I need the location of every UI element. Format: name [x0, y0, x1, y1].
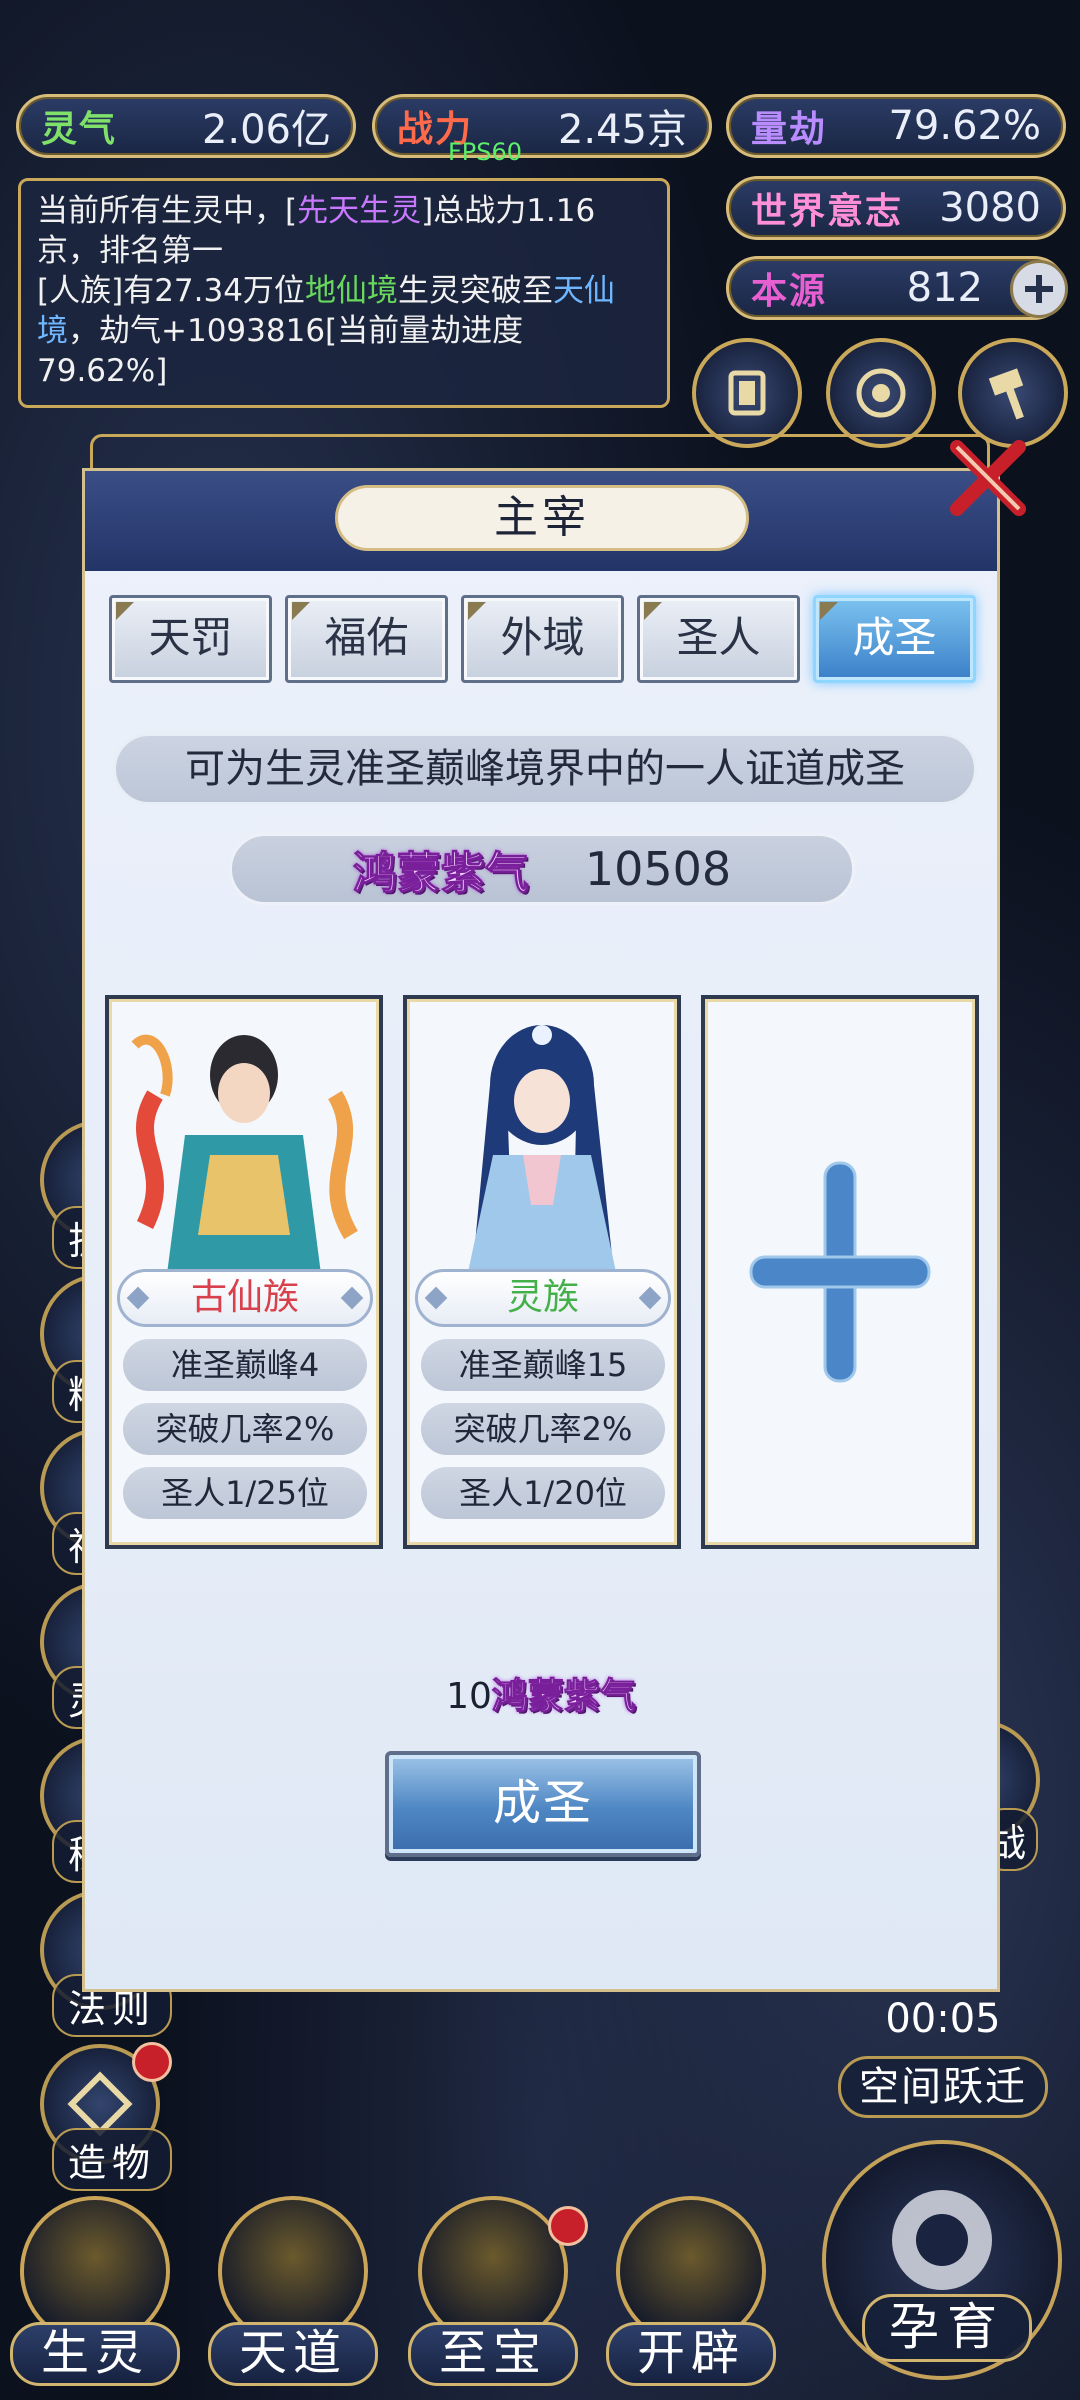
nav-label: 开辟 — [606, 2322, 776, 2386]
nav-creatures[interactable]: 生灵 — [0, 2196, 180, 2386]
stat-lingqi: 灵气 2.06亿 — [16, 94, 356, 158]
description-text: 可为生灵准圣巅峰境界中的一人证道成圣 — [113, 733, 977, 805]
tab-become-saint[interactable]: 成圣 — [813, 595, 976, 683]
log-text: [人族]有27.34万位 — [37, 273, 305, 309]
hammer-icon — [988, 368, 1024, 420]
vortex-icon — [856, 368, 906, 418]
stat-label: 量劫 — [751, 108, 828, 150]
candidate-card[interactable]: 灵族 准圣巅峰15 突破几率2% 圣人1/20位 — [403, 995, 681, 1549]
cost-currency: 鸿蒙紫气 — [491, 1675, 636, 1718]
stat-label: 世界意志 — [751, 190, 904, 232]
log-text: 生灵突破至 — [397, 273, 553, 309]
currency-amount: 10508 — [584, 842, 732, 896]
cost-display: 10鸿蒙紫气 — [85, 1667, 997, 1719]
stat-liangjie: 量劫 79.62% — [726, 94, 1066, 158]
creation-label: 造物 — [52, 2128, 173, 2191]
currency-display: 鸿蒙紫气 10508 — [229, 833, 855, 905]
cost-amount: 10 — [446, 1676, 492, 1717]
saint-pill: 圣人1/25位 — [123, 1467, 367, 1519]
space-jump-timer[interactable]: 00:05 空间跃迁 — [838, 1996, 1048, 2136]
nav-heaven-dao[interactable]: 天道 — [198, 2196, 378, 2386]
nav-label: 生灵 — [10, 2322, 180, 2386]
tab-outer-realm[interactable]: 外域 — [461, 595, 624, 683]
candidate-portrait — [413, 1005, 671, 1305]
add-benyuan-button[interactable] — [1010, 260, 1068, 318]
stat-world-will: 世界意志 3080 — [726, 176, 1066, 240]
tab-punishment[interactable]: 天罚 — [109, 595, 272, 683]
timer-value: 00:05 — [885, 1996, 1001, 2042]
tab-blessing[interactable]: 福佑 — [285, 595, 448, 683]
stat-value: 812 — [906, 265, 983, 311]
stat-value: 2.06亿 — [201, 107, 331, 153]
plus-icon — [1025, 275, 1053, 303]
nav-label: 天道 — [208, 2322, 378, 2386]
stat-zhanli: 战力 2.45京 — [372, 94, 712, 158]
stat-label: 灵气 — [41, 108, 118, 150]
event-log: 当前所有生灵中，[先天生灵]总战力1.16京，排名第一 [人族]有27.34万位… — [18, 178, 670, 408]
currency-name: 鸿蒙紫气 — [352, 848, 529, 900]
log-highlight: 先天生灵 — [297, 193, 422, 229]
stat-value: 3080 — [939, 185, 1041, 231]
fps-counter: FPS60 — [448, 138, 523, 166]
log-line-2: [人族]有27.34万位地仙境生灵突破至天仙境，劫气+1093816[当前量劫进… — [37, 271, 651, 391]
close-icon — [950, 440, 1026, 516]
saint-pill: 圣人1/20位 — [421, 1467, 665, 1519]
rate-pill: 突破几率2% — [123, 1403, 367, 1455]
become-saint-button[interactable]: 成圣 — [385, 1751, 701, 1857]
candidate-card[interactable]: 古仙族 准圣巅峰4 突破几率2% 圣人1/25位 — [105, 995, 383, 1549]
realm-pill: 准圣巅峰4 — [123, 1339, 367, 1391]
plus-icon — [749, 1161, 931, 1383]
add-candidate-slot[interactable] — [701, 995, 979, 1549]
nav-label: 至宝 — [408, 2322, 578, 2386]
scroll-icon — [728, 370, 766, 416]
tribe-badge: 古仙族 — [117, 1269, 373, 1327]
log-text: ，劫气+1093816[当前量劫进度79.62%] — [37, 313, 524, 389]
modal-title: 主宰 — [335, 485, 749, 551]
modal-tabs: 天罚 福佑 外域 圣人 成圣 — [109, 595, 979, 683]
log-text: 当前所有生灵中，[ — [37, 193, 298, 229]
timer-label: 空间跃迁 — [838, 2056, 1048, 2118]
dominate-dialog: 主宰 天罚 福佑 外域 圣人 成圣 可为生灵准圣巅峰境界中的一人证道成圣 鸿蒙紫… — [82, 468, 1000, 1992]
nurture-button[interactable]: 孕育 — [822, 2140, 1062, 2380]
notification-dot — [548, 2206, 588, 2246]
tab-saints[interactable]: 圣人 — [637, 595, 800, 683]
nurture-label: 孕育 — [862, 2294, 1032, 2362]
stat-value: 79.62% — [888, 103, 1041, 149]
vortex-button[interactable] — [826, 338, 936, 448]
log-highlight: 地仙境 — [304, 273, 398, 309]
stat-value: 2.45京 — [557, 107, 687, 153]
scroll-button[interactable] — [692, 338, 802, 448]
rate-pill: 突破几率2% — [421, 1403, 665, 1455]
tribe-badge: 灵族 — [415, 1269, 671, 1327]
notification-dot — [132, 2042, 172, 2082]
realm-pill: 准圣巅峰15 — [421, 1339, 665, 1391]
log-line-1: 当前所有生灵中，[先天生灵]总战力1.16京，排名第一 — [37, 191, 651, 271]
stat-label: 本源 — [751, 270, 828, 312]
nav-create-world[interactable]: 开辟 — [596, 2196, 776, 2386]
candidate-portrait — [115, 1005, 373, 1305]
close-button[interactable] — [940, 430, 1036, 526]
